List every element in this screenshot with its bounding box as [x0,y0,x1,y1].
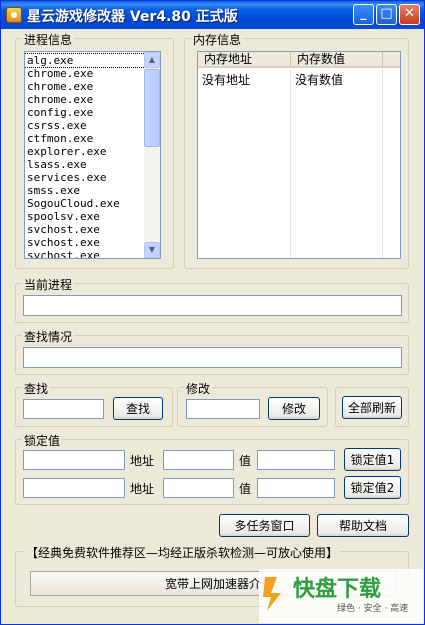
process-list-item[interactable]: chrome.exe [25,67,145,80]
app-icon [6,7,22,23]
scroll-up-icon[interactable]: ▲ [144,52,160,68]
column-header-filler [383,52,400,68]
current-process-label: 当前进程 [22,276,75,293]
search-status-label: 查找情况 [22,328,75,345]
modify-button[interactable]: 修改 [268,397,320,420]
search-status-group: 查找情况 [15,328,409,375]
lock-value-1-button[interactable]: 锁定值1 [344,448,401,471]
current-process-field[interactable] [23,295,402,316]
modify-group: 修改 修改 [177,380,328,427]
process-list-item[interactable]: svchost.exe [25,223,145,236]
search-button[interactable]: 查找 [113,397,163,420]
lock-name-field-2[interactable] [23,478,125,498]
main-window: 星云游戏修改器 Ver4.80 正式版 _ □ ✕ 进程信息 alg.exe ch… [0,0,425,625]
process-list-item[interactable]: explorer.exe [25,145,145,158]
search-input[interactable] [23,399,104,419]
process-list[interactable]: alg.exe chrome.exe chrome.exe chrome.exe con… [24,51,161,259]
process-info-group: 进程信息 alg.exe chrome.exe chrome.exe chrome.e… [15,31,174,269]
process-list-item[interactable]: services.exe [25,171,145,184]
watermark-brand: 快盘下载 [293,577,382,602]
refresh-all-button[interactable]: 全部刷新 [342,396,402,419]
help-doc-button[interactable]: 帮助文档 [317,514,409,537]
address-label-1: 地址 [130,454,155,468]
lock-address-field-1[interactable] [163,450,234,470]
process-list-item[interactable]: chrome.exe [25,80,145,93]
lock-value-group: 锁定值 地址 值 锁定值1 地址 值 锁定值2 [15,432,409,505]
process-list-item[interactable]: alg.exe [25,53,146,68]
value-label-1: 值 [239,454,252,468]
memory-listview[interactable]: 内存地址 内存数值 没有地址 没有数值 [197,51,401,259]
search-group: 查找 查找 [15,380,173,427]
lock-name-field-1[interactable] [23,450,125,470]
watermark: 快盘下载 绿色 · 安全 · 高速 [259,569,423,623]
search-status-field[interactable] [23,347,402,368]
memory-address-cell[interactable]: 没有地址 [198,72,250,88]
modify-input[interactable] [186,399,260,419]
column-header-address[interactable]: 内存地址 [198,52,291,68]
process-list-item[interactable]: svchost.exe [25,236,145,249]
process-list-item[interactable]: csrss.exe [25,119,145,132]
window-title: 星云游戏修改器 Ver4.80 正式版 [27,9,238,25]
process-info-label: 进程信息 [22,31,75,48]
process-list-item[interactable]: smss.exe [25,184,145,197]
maximize-button[interactable]: □ [376,4,397,25]
search-label: 查找 [22,380,51,397]
close-button[interactable]: ✕ [399,4,420,25]
process-list-item[interactable]: config.exe [25,106,145,119]
process-list-item[interactable]: lsass.exe [25,158,145,171]
process-list-item[interactable]: SogouCloud.exe [25,197,145,210]
scroll-thumb[interactable] [144,69,160,147]
memory-value-cell[interactable]: 没有数值 [291,72,343,88]
process-list-item[interactable]: chrome.exe [25,93,145,106]
memory-info-label: 内存信息 [191,31,244,48]
address-label-2: 地址 [130,482,155,496]
promo-link-text: 宽带上网加速器介 [164,577,261,591]
promo-label: 【经典免费软件推荐区—均经正版杀软检测—可放心使用】 [24,544,341,561]
process-list-item[interactable]: spoolsv.exe [25,210,145,223]
process-list-item[interactable]: svchost.exe [25,249,145,258]
modify-label: 修改 [184,380,213,397]
value-label-2: 值 [239,482,252,496]
column-divider [290,70,291,258]
column-divider [382,70,383,258]
memory-info-group: 内存信息 内存地址 内存数值 没有地址 没有数值 [184,31,409,269]
process-list-item[interactable]: ctfmon.exe [25,132,145,145]
brand-logo-icon [263,577,281,611]
column-header-value[interactable]: 内存数值 [291,52,383,68]
lock-value-label: 锁定值 [22,432,63,449]
multitask-window-button[interactable]: 多任务窗口 [219,514,310,537]
lock-value-field-1[interactable] [257,450,335,470]
current-process-group: 当前进程 [15,276,409,323]
lock-address-field-2[interactable] [163,478,234,498]
process-list-scrollbar[interactable]: ▲ ▼ [144,52,160,258]
minimize-button[interactable]: _ [353,4,374,25]
lock-value-2-button[interactable]: 锁定值2 [344,476,401,499]
scroll-down-icon[interactable]: ▼ [144,242,160,258]
watermark-tagline: 绿色 · 安全 · 高速 [337,604,409,614]
lock-value-field-2[interactable] [257,478,335,498]
title-bar[interactable]: 星云游戏修改器 Ver4.80 正式版 _ □ ✕ [1,1,424,29]
